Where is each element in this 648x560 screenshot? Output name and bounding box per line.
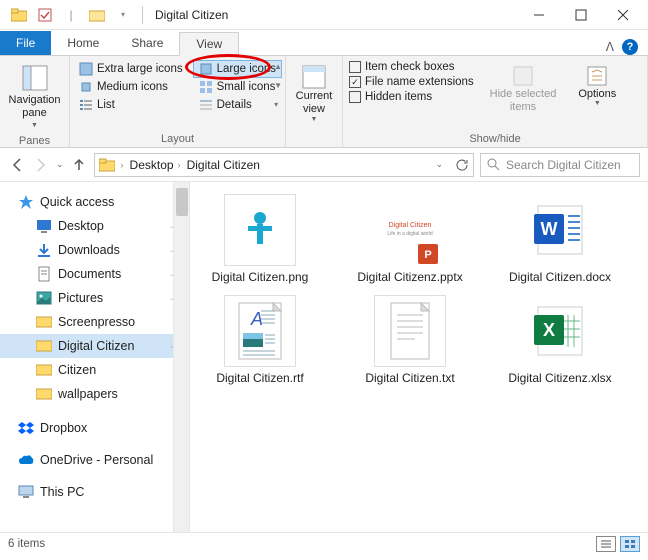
svg-text:X: X [543, 320, 555, 340]
tab-share[interactable]: Share [115, 31, 179, 55]
address-bar[interactable]: › Desktop› Digital Citizen ⌄ [94, 153, 474, 177]
ribbon: Navigation pane ▼ Panes Extra large icon… [0, 56, 648, 148]
maximize-button[interactable] [572, 6, 590, 24]
main-area: Quick access Desktop📌 Downloads📌 Documen… [0, 182, 648, 532]
tab-home[interactable]: Home [51, 31, 115, 55]
showhide-group-label: Show/hide [469, 131, 520, 145]
qat-divider: | [60, 4, 82, 26]
file-item[interactable]: X Digital Citizenz.xlsx [500, 295, 620, 386]
status-bar: 6 items [0, 532, 648, 554]
ribbon-tabs: File Home Share View ᐱ ? [0, 30, 648, 56]
help-icon[interactable]: ? [622, 39, 638, 55]
tree-dropbox[interactable]: Dropbox [0, 416, 189, 440]
layout-small-icons[interactable]: Small icons [193, 78, 282, 96]
file-item[interactable]: Digital CitizenLife in a digital world P… [350, 194, 470, 285]
qat-dropdown-icon[interactable]: ▾ [112, 4, 134, 26]
options-button[interactable]: Options ▼ [572, 60, 622, 111]
tree-downloads[interactable]: Downloads📌 [0, 238, 189, 262]
close-button[interactable] [614, 6, 632, 24]
navigation-pane-icon [21, 64, 49, 92]
folder-small-icon[interactable] [86, 4, 108, 26]
check-hidden-items[interactable]: Hidden items [349, 90, 474, 104]
nav-up-icon[interactable] [70, 156, 88, 174]
nav-recent-icon[interactable]: ⌄ [56, 159, 64, 170]
layout-large-icons[interactable]: Large icons [193, 60, 282, 78]
breadcrumb-digital-citizen[interactable]: Digital Citizen [187, 158, 260, 172]
nav-back-icon[interactable] [8, 156, 26, 174]
view-icons-toggle[interactable] [620, 536, 640, 552]
layout-expand[interactable]: ▾ [274, 100, 282, 109]
tree-scrollbar[interactable] [173, 182, 189, 532]
xlsx-thumbnail: X [524, 295, 596, 367]
tree-digital-citizen[interactable]: Digital Citizen📌 [0, 334, 189, 358]
layout-extra-large-icons[interactable]: Extra large icons [73, 60, 189, 78]
options-icon [585, 64, 609, 88]
navigation-tree: Quick access Desktop📌 Downloads📌 Documen… [0, 182, 190, 532]
tree-this-pc[interactable]: This PC [0, 480, 189, 504]
layout-group-label: Layout [161, 131, 194, 145]
view-details-toggle[interactable] [596, 536, 616, 552]
layout-details[interactable]: Details [193, 96, 282, 114]
layout-medium-icons[interactable]: Medium icons [73, 78, 189, 96]
properties-qat-icon[interactable] [34, 4, 56, 26]
tree-citizen[interactable]: Citizen [0, 358, 189, 382]
files-pane[interactable]: Digital Citizen.png Digital CitizenLife … [190, 182, 648, 532]
folder-icon[interactable] [8, 4, 30, 26]
current-view-button[interactable]: Current view ▼ [292, 60, 337, 127]
tree-quick-access[interactable]: Quick access [0, 190, 189, 214]
hide-selected-button: Hide selected items [484, 60, 563, 118]
svg-text:W: W [541, 219, 558, 239]
navigation-pane-button[interactable]: Navigation pane ▼ [5, 60, 65, 133]
panes-group-label: Panes [19, 133, 50, 147]
tab-file[interactable]: File [0, 31, 51, 55]
layout-scroll-up[interactable]: ▲ [274, 62, 282, 71]
file-item[interactable]: Digital Citizen.png [200, 194, 320, 285]
folder-icon [99, 158, 115, 172]
file-item[interactable]: Digital Citizen.txt [350, 295, 470, 386]
tree-onedrive[interactable]: OneDrive - Personal [0, 448, 189, 472]
txt-thumbnail [374, 295, 446, 367]
file-item[interactable]: A Digital Citizen.rtf [200, 295, 320, 386]
title-bar: | ▾ Digital Citizen [0, 0, 648, 30]
layout-scroll-down[interactable]: ▼ [274, 81, 282, 90]
refresh-icon[interactable] [455, 158, 469, 172]
collapse-ribbon-icon[interactable]: ᐱ [606, 40, 614, 54]
item-count: 6 items [8, 538, 45, 550]
quick-access-toolbar: | ▾ [8, 4, 147, 26]
tree-screenpresso[interactable]: Screenpresso [0, 310, 189, 334]
breadcrumb-desktop[interactable]: Desktop› [130, 158, 181, 172]
tree-desktop[interactable]: Desktop📌 [0, 214, 189, 238]
tree-documents[interactable]: Documents📌 [0, 262, 189, 286]
window-title: Digital Citizen [155, 8, 228, 22]
pptx-thumbnail: Digital CitizenLife in a digital world P [374, 194, 446, 266]
address-dropdown-icon[interactable]: ⌄ [435, 159, 443, 170]
tree-wallpapers[interactable]: wallpapers [0, 382, 189, 406]
search-input[interactable]: Search Digital Citizen [480, 153, 640, 177]
docx-thumbnail: W [524, 194, 596, 266]
minimize-button[interactable] [530, 6, 548, 24]
rtf-thumbnail: A [224, 295, 296, 367]
svg-text:P: P [424, 249, 431, 261]
current-view-icon [301, 64, 327, 90]
check-item-boxes[interactable]: Item check boxes [349, 60, 474, 74]
tab-view[interactable]: View [179, 32, 239, 56]
search-icon [487, 158, 500, 171]
layout-list[interactable]: List [73, 96, 189, 114]
check-file-extensions[interactable]: File name extensions [349, 75, 474, 89]
file-item[interactable]: W Digital Citizen.docx [500, 194, 620, 285]
nav-forward-icon [32, 156, 50, 174]
png-thumbnail [224, 194, 296, 266]
separator [142, 6, 143, 24]
address-bar-row: ⌄ › Desktop› Digital Citizen ⌄ Search Di… [0, 148, 648, 182]
tree-pictures[interactable]: Pictures📌 [0, 286, 189, 310]
hide-icon [511, 64, 535, 88]
